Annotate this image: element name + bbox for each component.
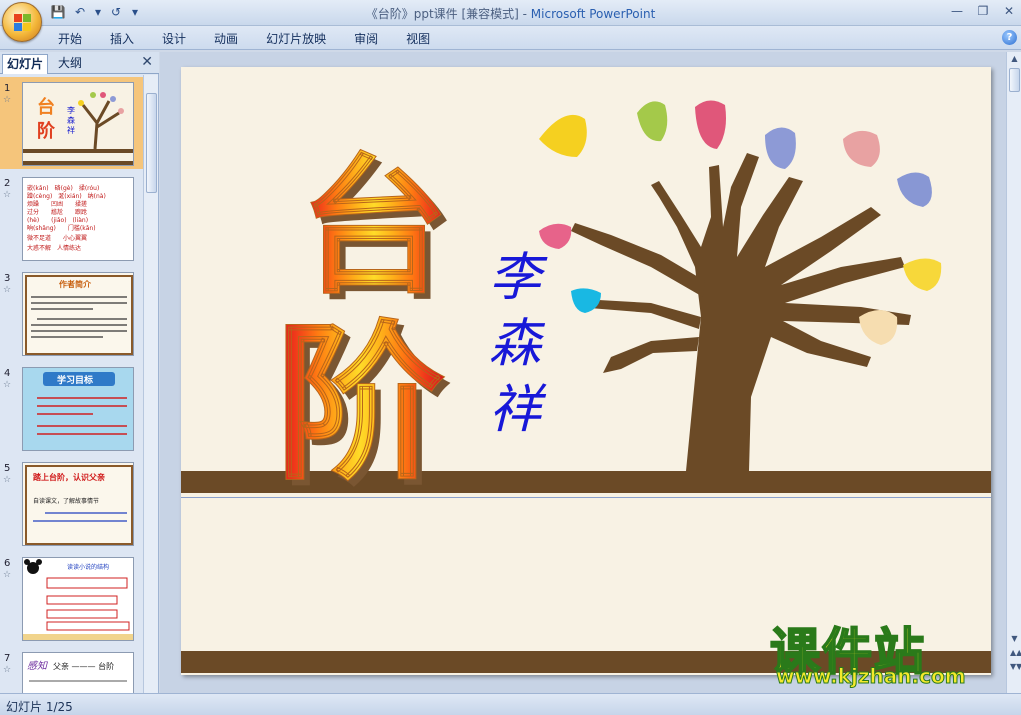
animation-star-icon: ☆ — [3, 570, 12, 580]
tree-trunk — [571, 153, 911, 471]
svg-text:感知: 感知 — [27, 660, 48, 672]
help-icon[interactable]: ? — [1002, 30, 1017, 45]
tab-insert[interactable]: 插入 — [110, 30, 150, 47]
leaf — [539, 114, 587, 157]
leaf — [897, 172, 932, 207]
tab-outline[interactable]: 大纲 — [54, 54, 86, 74]
svg-text:森: 森 — [67, 115, 75, 125]
thumbnail-slide-6[interactable]: 6 ☆ 读读小说的结构 — [0, 552, 143, 644]
author-char: 祥 — [489, 380, 547, 440]
thumbnail-slide-2[interactable]: 2 ☆ 嵌(kǎn) 硌(gè) 揉(róu) 蹭(cèng) 涎(xián) … — [0, 172, 143, 264]
thumbnail-list: 1 ☆ 台 阶 李 森 祥 2 ☆ 嵌(kǎn) 硌(gè) 揉(róu) 蹭(… — [0, 75, 143, 693]
office-button[interactable] — [2, 2, 42, 42]
svg-text:自读课文，了解故事情节: 自读课文，了解故事情节 — [33, 497, 99, 505]
ribbon-tabs: 开始 插入 设计 动画 幻灯片放映 审阅 视图 — [58, 30, 458, 47]
svg-text:作者简介: 作者简介 — [59, 279, 92, 289]
slide-editor: 台 台 阶 阶 李 森 祥 — [160, 52, 1006, 693]
slide-canvas[interactable]: 台 台 阶 阶 李 森 祥 — [181, 67, 991, 675]
svg-text:烦躁 凹凼 揉搓: 烦躁 凹凼 揉搓 — [27, 200, 87, 208]
slide-counter: 幻灯片 1/25 — [6, 700, 73, 714]
thumbnail-slide-4[interactable]: 4 ☆ 学习目标 — [0, 362, 143, 454]
scrollbar-thumb[interactable] — [1009, 68, 1020, 92]
svg-text:台: 台 — [37, 96, 55, 118]
tab-design[interactable]: 设计 — [162, 30, 202, 47]
title-char: 阶 — [275, 304, 445, 504]
close-panel-icon[interactable]: ✕ — [141, 54, 153, 70]
office-logo-icon — [14, 14, 32, 32]
leaf — [859, 310, 898, 345]
svg-text:读读小说的结构: 读读小说的结构 — [67, 563, 109, 571]
author-char: 森 — [489, 314, 546, 374]
tab-home[interactable]: 开始 — [58, 30, 98, 47]
animation-star-icon: ☆ — [3, 95, 12, 105]
svg-text:晌(shǎng) 门槛(kǎn): 晌(shǎng) 门槛(kǎn) — [27, 224, 96, 232]
svg-text:(hè) (jiǎo) (liàn): (hè) (jiǎo) (liàn) — [27, 217, 88, 224]
minimize-icon[interactable]: — — [949, 3, 965, 19]
svg-text:过分 尴尬 踉跄: 过分 尴尬 踉跄 — [27, 208, 87, 216]
leaf — [637, 101, 668, 142]
slide-author: 李 森 祥 — [489, 248, 548, 440]
thumbnail-slide-7[interactable]: 7 ☆ 感知 父亲 ——— 台阶 — [0, 647, 143, 693]
slide-scrollbar[interactable]: ▲ ▼ ▲▲ ▼▼ — [1006, 52, 1021, 693]
tab-view[interactable]: 视图 — [406, 30, 446, 47]
svg-text:阶: 阶 — [37, 120, 56, 142]
scrollbar-thumb[interactable] — [146, 93, 157, 193]
close-icon[interactable]: ✕ — [1001, 3, 1017, 19]
tab-review[interactable]: 审阅 — [354, 30, 394, 47]
restore-icon[interactable]: ❐ — [975, 3, 991, 19]
scroll-down-icon[interactable]: ▼ — [1010, 634, 1019, 643]
svg-text:踏上台阶，认识父亲: 踏上台阶，认识父亲 — [33, 472, 105, 482]
svg-text:嵌(kǎn) 硌(gè) 揉(róu): 嵌(kǎn) 硌(gè) 揉(róu) — [27, 184, 99, 192]
thumbnail-scrollbar[interactable] — [143, 75, 158, 693]
next-slide-icon[interactable]: ▼▼ — [1010, 662, 1021, 671]
svg-text:大惑不解 人情练达: 大惑不解 人情练达 — [27, 244, 81, 252]
svg-text:父亲 ——— 台阶: 父亲 ——— 台阶 — [53, 661, 114, 671]
leaf — [571, 288, 601, 313]
scroll-up-icon[interactable]: ▲ — [1010, 54, 1019, 63]
leaf — [843, 130, 880, 167]
svg-text:微不足道 小心翼翼: 微不足道 小心翼翼 — [27, 234, 87, 242]
window-title: 《台阶》ppt课件 [兼容模式] - Microsoft PowerPoint — [365, 7, 656, 21]
svg-text:学习目标: 学习目标 — [57, 374, 93, 386]
slide-title: 台 台 阶 阶 — [275, 139, 456, 511]
slide-artwork: 台 台 阶 阶 李 森 祥 — [181, 100, 991, 673]
tab-slideshow[interactable]: 幻灯片放映 — [266, 30, 342, 47]
animation-star-icon: ☆ — [3, 380, 12, 390]
previous-slide-icon[interactable]: ▲▲ — [1010, 648, 1021, 657]
author-char: 李 — [489, 248, 548, 308]
animation-star-icon: ☆ — [3, 475, 12, 485]
thumbnail-slide-1[interactable]: 1 ☆ 台 阶 李 森 祥 — [0, 77, 143, 169]
thumbnail-slide-5[interactable]: 5 ☆ 踏上台阶，认识父亲 自读课文，了解故事情节 — [0, 457, 143, 549]
svg-text:蹭(cèng) 涎(xián) 纳(nà): 蹭(cèng) 涎(xián) 纳(nà) — [27, 192, 106, 200]
site-watermark: 课件站 www.kjzhan.com — [769, 622, 966, 689]
svg-text:李: 李 — [67, 105, 75, 115]
slides-panel: 幻灯片 大纲 ✕ 1 ☆ 台 阶 李 森 祥 2 ☆ 嵌(kǎn) 硌(gè) … — [0, 52, 159, 693]
thumbnail-slide-3[interactable]: 3 ☆ 作者简介 — [0, 267, 143, 359]
leaf — [695, 100, 726, 149]
status-bar: 幻灯片 1/25 — [0, 693, 1021, 715]
tab-animations[interactable]: 动画 — [214, 30, 254, 47]
leaf — [539, 223, 572, 249]
animation-star-icon: ☆ — [3, 665, 12, 675]
svg-text:祥: 祥 — [67, 125, 75, 135]
leaf — [903, 258, 942, 291]
ribbon: 开始 插入 设计 动画 幻灯片放映 审阅 视图 ? — [0, 26, 1021, 50]
tab-slides[interactable]: 幻灯片 — [2, 54, 49, 74]
leaf — [765, 127, 796, 169]
title-char: 台 — [299, 139, 449, 315]
animation-star-icon: ☆ — [3, 285, 12, 295]
title-bar: 💾 ↶ ▾ ↺ ▾ 《台阶》ppt课件 [兼容模式] - Microsoft P… — [0, 0, 1021, 26]
animation-star-icon: ☆ — [3, 190, 12, 200]
